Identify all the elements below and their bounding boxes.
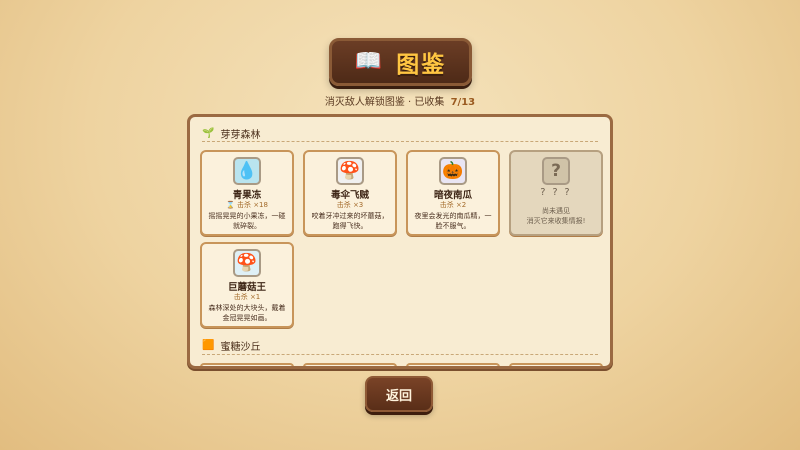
monster-description: 夜里会发光的南瓜精，一脸不服气。 xyxy=(414,212,492,230)
monster-description: 摇摇晃晃的小果冻，一碰就碎裂。 xyxy=(208,212,286,230)
monster-card-green-jelly[interactable]: 💧 青果冻 ⌛ 击杀 ×18 摇摇晃晃的小果冻，一碰就碎裂。 xyxy=(200,150,294,236)
monster-description: 森林深处的大块头，戴着金冠晃晃如画。 xyxy=(208,304,286,322)
card-peek xyxy=(509,363,603,366)
locked-hint: 尚未遇见 消灭它来收集情报! xyxy=(526,207,586,225)
codex-panel[interactable]: 🌱 芽芽森林 💧 青果冻 ⌛ 击杀 ×18 摇摇晃晃的小果冻，一碰就碎裂。 🍄 … xyxy=(187,114,613,369)
monster-name: 毒伞飞贼 xyxy=(330,190,369,201)
mushroom-king-icon: 🍄 xyxy=(233,249,261,277)
monster-card-poison-mushroom[interactable]: 🍄 毒伞飞贼 击杀 ×3 咬着牙冲过来的坏蘑菇，跑得飞快。 xyxy=(303,150,397,236)
hourglass-icon: ⌛ xyxy=(226,201,235,209)
monster-card-mushroom-king[interactable]: 🍄 巨蘑菇王 击杀 ×1 森林深处的大块头，戴着金冠晃晃如画。 xyxy=(200,242,294,328)
sprout-icon: 🌱 xyxy=(202,128,215,139)
monster-name: 暗夜南瓜 xyxy=(433,190,472,201)
card-peek xyxy=(303,363,397,366)
monster-name: 青果冻 xyxy=(232,190,262,201)
back-button[interactable]: 返回 xyxy=(365,376,433,412)
dune-icon: 🟧 xyxy=(202,340,215,351)
kill-count: ⌛ 击杀 ×18 xyxy=(226,201,268,209)
section-divider xyxy=(202,354,598,355)
subtitle-text: 消灭敌人解锁图鉴 · 已收集 xyxy=(324,97,445,108)
jelly-icon: 💧 xyxy=(233,157,261,185)
monster-name: 巨蘑菇王 xyxy=(227,282,266,293)
kill-count: 击杀 ×3 xyxy=(336,201,364,209)
book-icon: 📖 xyxy=(354,49,383,74)
section-header-dunes: 🟧 蜜糖沙丘 xyxy=(202,338,260,353)
monster-description: 咬着牙冲过来的坏蘑菇，跑得飞快。 xyxy=(311,212,389,230)
monster-card-locked[interactable]: ? ? ? ? 尚未遇见 消灭它来收集情报! xyxy=(509,150,603,236)
card-peek xyxy=(406,363,500,366)
kill-count: 击杀 ×2 xyxy=(439,201,467,209)
codex-title-plate: 📖 图鉴 xyxy=(329,38,472,86)
collected-count: 7/13 xyxy=(450,97,476,108)
section-divider xyxy=(202,141,598,142)
purple-pumpkin-icon: 🎃 xyxy=(439,157,467,185)
monster-card-night-pumpkin[interactable]: 🎃 暗夜南瓜 击杀 ×2 夜里会发光的南瓜精，一脸不服气。 xyxy=(406,150,500,236)
section-header-forest: 🌱 芽芽森林 xyxy=(202,126,260,141)
kill-count: 击杀 ×1 xyxy=(233,293,261,301)
red-mushroom-icon: 🍄 xyxy=(336,157,364,185)
section-title: 蜜糖沙丘 xyxy=(220,342,261,353)
unknown-silhouette-icon: ? xyxy=(542,157,570,185)
collection-subtitle: 消灭敌人解锁图鉴 · 已收集 7/13 xyxy=(0,93,800,108)
monster-name: ? ? ? xyxy=(540,187,572,198)
card-peek xyxy=(200,363,294,366)
section-title: 芽芽森林 xyxy=(220,130,261,141)
page-title: 图鉴 xyxy=(396,52,447,78)
